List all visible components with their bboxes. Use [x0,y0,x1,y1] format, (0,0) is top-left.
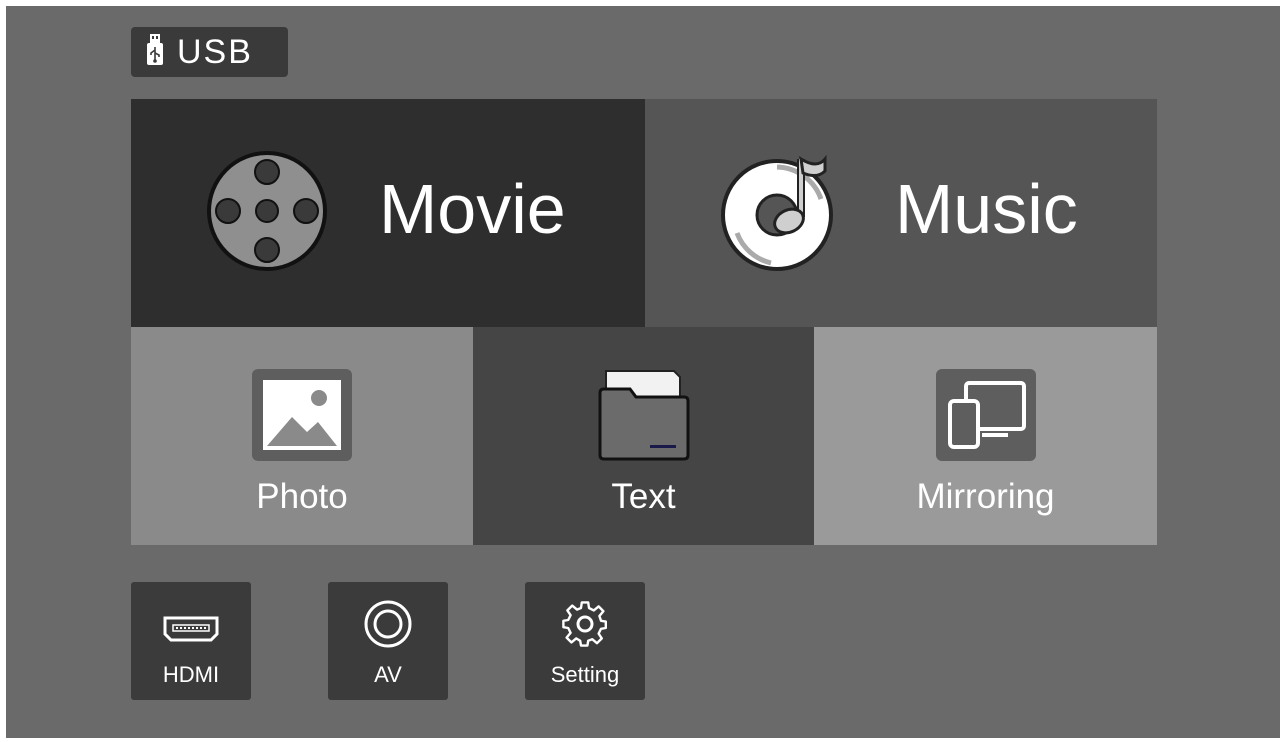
source-label: USB [177,32,253,71]
hdmi-button[interactable]: HDMI [131,582,251,700]
tile-mirroring[interactable]: Mirroring [814,327,1157,545]
image-icon [252,367,352,463]
tile-music-label: Music [895,170,1078,248]
tile-movie[interactable]: Movie [131,99,645,327]
gear-icon [553,598,617,650]
av-label: AV [374,662,402,687]
folder-icon [594,367,694,463]
tile-music[interactable]: Music [645,99,1157,327]
film-reel-icon [205,149,329,273]
setting-label: Setting [550,662,620,687]
av-jack-icon [356,598,420,650]
projector-home-screen: USB Movie Music Photo Text Mirroring HDM… [6,6,1280,738]
tile-photo[interactable]: Photo [131,327,473,545]
av-button[interactable]: AV [328,582,448,700]
music-disc-icon [717,149,841,273]
usb-drive-icon [145,34,165,70]
tile-text[interactable]: Text [473,327,814,545]
source-badge[interactable]: USB [131,27,288,77]
hdmi-label: HDMI [162,662,220,687]
tile-mirroring-label: Mirroring [916,477,1055,516]
screen-mirroring-icon [935,367,1036,463]
tile-photo-label: Photo [256,477,348,516]
setting-button[interactable]: Setting [525,582,645,700]
tile-movie-label: Movie [379,170,566,248]
hdmi-port-icon [159,598,223,650]
tile-text-label: Text [611,477,676,516]
